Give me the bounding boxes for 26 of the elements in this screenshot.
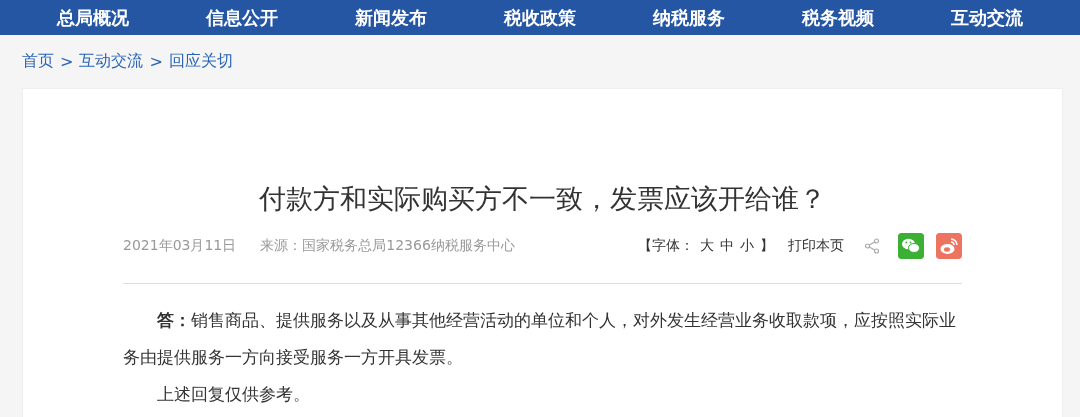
article-source: 来源：国家税务总局12366纳税服务中心 <box>260 237 515 255</box>
print-link[interactable]: 打印本页 <box>788 237 844 255</box>
font-size-label: 【字体： <box>638 237 694 255</box>
article-title: 付款方和实际购买方不一致，发票应该开给谁？ <box>258 182 827 216</box>
weibo-icon[interactable] <box>936 233 962 259</box>
publish-date: 2021年03月11日 <box>123 237 237 255</box>
answer-paragraph: 上述回复仅供参考。 <box>156 383 311 406</box>
font-size-link[interactable]: 中 <box>720 237 734 255</box>
nav-link[interactable]: 税收政策 <box>504 5 576 30</box>
nav-link[interactable]: 总局概况 <box>56 5 129 30</box>
nav-link[interactable]: 新闻发布 <box>354 5 427 30</box>
font-size-link[interactable]: 大 <box>700 237 714 255</box>
nav-link[interactable]: 纳税服务 <box>653 5 726 30</box>
font-size-link[interactable]: 小 <box>740 237 754 255</box>
share-icon[interactable] <box>864 238 880 254</box>
breadcrumb-link[interactable]: 回应关切 <box>168 51 233 72</box>
font-size-bracket: 】 <box>760 237 774 255</box>
breadcrumb-separator: > <box>60 52 74 71</box>
breadcrumb-separator: > <box>149 52 163 71</box>
nav-link[interactable]: 税务视频 <box>802 5 875 30</box>
breadcrumb-link[interactable]: 首页 <box>22 51 54 72</box>
nav-link[interactable]: 信息公开 <box>205 5 278 30</box>
wechat-icon[interactable] <box>898 233 924 259</box>
breadcrumb-link[interactable]: 互动交流 <box>79 51 144 72</box>
answer-paragraph: 答：销售商品、提供服务以及从事其他经营活动的单位和个人，对外发生经营业务收取款项，应按照实际业务由提供服务一方向接受服务一方开具发票。 <box>123 309 957 369</box>
nav-link[interactable]: 互动交流 <box>951 5 1024 30</box>
